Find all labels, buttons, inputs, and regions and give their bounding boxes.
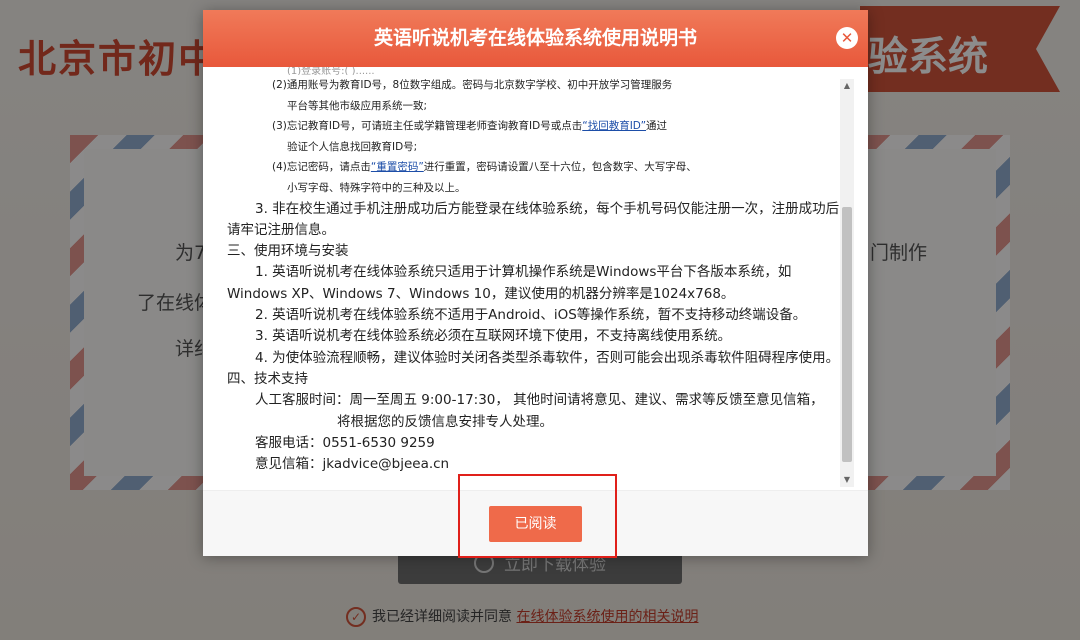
modal-footer: 已阅读 xyxy=(203,490,868,556)
login-item-4a-text: (4)忘记密码，请点击 xyxy=(272,161,371,174)
close-icon[interactable]: ✕ xyxy=(836,27,858,49)
support-hours-2: 将根据您的反馈信息安排专人处理。 xyxy=(337,413,553,430)
login-item-3a: (3)忘记教育ID号，可请班主任或学籍管理老师查询教育ID号或点击“找回教育ID… xyxy=(227,116,833,137)
modal-title: 英语听说机考在线体验系统使用说明书 xyxy=(373,27,697,49)
login-item-3a-text: (3)忘记教育ID号，可请班主任或学籍管理老师查询教育ID号或点击 xyxy=(272,120,583,133)
instructions-modal: 英语听说机考在线体验系统使用说明书 ✕ (1)登录账号:( )...... (2… xyxy=(203,10,868,556)
login-item-2a: (2)通用账号为教育ID号，8位数字组成。密码与北京数字学校、初中开放学习管理服… xyxy=(272,79,673,91)
env-item-1b: Windows XP、Windows 7、Windows 10，建议使用的机器分… xyxy=(227,285,735,302)
env-item-4: 4. 为使体验流程顺畅，建议体验时关闭各类型杀毒软件，否则可能会出现杀毒软件阻碍… xyxy=(255,349,840,366)
section-support-heading: 四、技术支持 xyxy=(227,370,308,387)
env-item-3: 3. 英语听说机考在线体验系统必须在互联网环境下使用，不支持离线使用系统。 xyxy=(255,328,732,345)
login-item-4a: (4)忘记密码，请点击“重置密码”进行重置，密码请设置八至十六位，包含数字、大写… xyxy=(227,157,833,178)
scrollbar[interactable]: ▲ ▼ xyxy=(840,79,854,487)
env-item-1a: 1. 英语听说机考在线体验系统只适用于计算机操作系统是Windows平台下各版本… xyxy=(255,264,792,281)
scroll-up-arrow-icon[interactable]: ▲ xyxy=(840,79,854,93)
login-item-3b: 验证个人信息找回教育ID号; xyxy=(287,140,418,153)
read-button[interactable]: 已阅读 xyxy=(489,506,582,542)
login-item-4b: 小写字母、特殊字符中的三种及以上。 xyxy=(287,181,466,194)
scroll-down-arrow-icon[interactable]: ▼ xyxy=(840,473,854,487)
section-environment-heading: 三、使用环境与安装 xyxy=(227,243,349,260)
paragraph-3a: 3. 非在校生通过手机注册成功后方能登录在线体验系统，每个手机号码仅能注册一次，… xyxy=(255,200,840,217)
support-phone: 客服电话：0551-6530 9259 xyxy=(255,434,435,451)
modal-header: 英语听说机考在线体验系统使用说明书 ✕ xyxy=(203,10,868,67)
login-item-3a-post: 通过 xyxy=(646,120,668,133)
reset-password-link[interactable]: “重置密码” xyxy=(371,161,424,173)
support-hours-1: 人工客服时间：周一至周五 9:00-17:30， 其他时间请将意见、建议、需求等… xyxy=(255,392,824,409)
instructions-content: (1)登录账号:( )...... (2)通用账号为教育ID号，8位数字组成。密… xyxy=(227,67,840,475)
login-item-4a-post: 进行重置，密码请设置八至十六位，包含数字、大写字母、 xyxy=(423,161,697,174)
env-item-2: 2. 英语听说机考在线体验系统不适用于Android、iOS等操作系统，暂不支持… xyxy=(255,307,807,324)
cut-off-line: (1)登录账号:( )...... xyxy=(287,67,375,75)
paragraph-3b: 请牢记注册信息。 xyxy=(227,221,335,238)
login-item-2b: 平台等其他市级应用系统一致; xyxy=(287,99,428,112)
find-edu-id-link[interactable]: “找回教育ID” xyxy=(582,120,646,132)
modal-body[interactable]: (1)登录账号:( )...... (2)通用账号为教育ID号，8位数字组成。密… xyxy=(203,67,868,490)
support-email: 意见信箱：jkadvice@bjeea.cn xyxy=(255,456,450,473)
scroll-thumb[interactable] xyxy=(842,207,852,462)
